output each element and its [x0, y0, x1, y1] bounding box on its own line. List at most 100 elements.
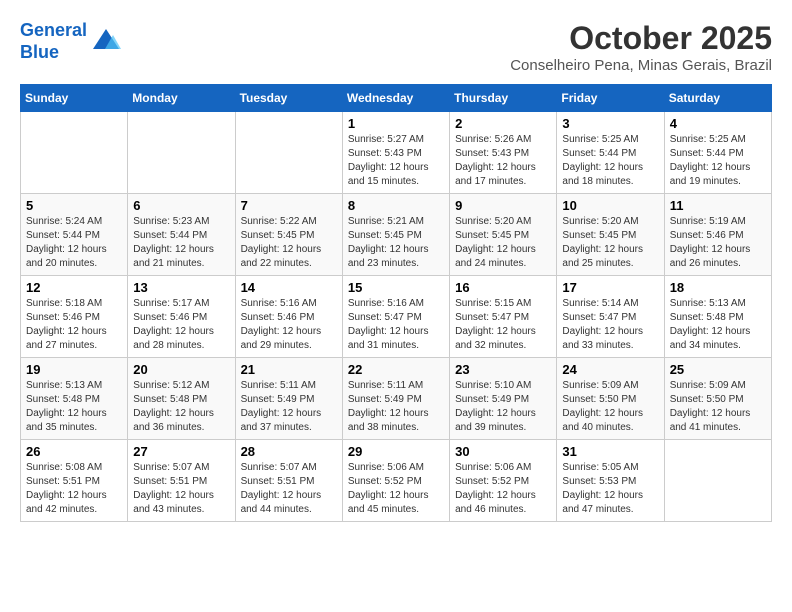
day-number: 18: [670, 280, 766, 295]
day-info: Sunrise: 5:07 AM Sunset: 5:51 PM Dayligh…: [241, 461, 337, 517]
logo-text: GeneralBlue: [20, 20, 87, 63]
day-number: 14: [241, 280, 337, 295]
column-header-friday: Friday: [557, 85, 664, 112]
calendar-cell: 21Sunrise: 5:11 AM Sunset: 5:49 PM Dayli…: [235, 358, 342, 440]
calendar-cell: [235, 112, 342, 194]
calendar-cell: 25 Sunrise: 5:09 AM Sunset: 5:50 PM Dayli…: [664, 358, 771, 440]
day-number: 9: [455, 198, 551, 213]
calendar-cell: 4 Sunrise: 5:25 AM Sunset: 5:44 PM Daylig…: [664, 112, 771, 194]
calendar-cell: 13 Sunrise: 5:17 AM Sunset: 5:46 PM Dayli…: [128, 276, 235, 358]
day-info: Sunrise: 5:13 AM Sunset: 5:48 PM Dayligh…: [670, 297, 766, 353]
day-info: Sunrise: 5:16 AM Sunset: 5:46 PM Dayligh…: [241, 297, 337, 353]
day-number: 23: [455, 362, 551, 377]
day-info: Sunrise: 5:12 AM Sunset: 5:48 PM Dayligh…: [133, 379, 229, 435]
day-info: Sunrise: 5:09 AM Sunset: 5:50 PM Dayligh…: [562, 379, 658, 435]
day-info: Sunrise: 5:17 AM Sunset: 5:46 PM Dayligh…: [133, 297, 229, 353]
day-number: 10: [562, 198, 658, 213]
day-number: 20: [133, 362, 229, 377]
column-header-wednesday: Wednesday: [342, 85, 449, 112]
day-number: 4: [670, 116, 766, 131]
calendar-cell: 5 Sunrise: 5:24 AM Sunset: 5:44 PM Daylig…: [21, 194, 128, 276]
calendar-cell: 29 Sunrise: 5:06 AM Sunset: 5:52 PM Dayli…: [342, 440, 449, 522]
day-number: 29: [348, 444, 444, 459]
day-number: 19: [26, 362, 122, 377]
calendar-cell: 14 Sunrise: 5:16 AM Sunset: 5:46 PM Dayli…: [235, 276, 342, 358]
day-number: 30: [455, 444, 551, 459]
day-number: 2: [455, 116, 551, 131]
calendar-cell: 9 Sunrise: 5:20 AM Sunset: 5:45 PM Daylig…: [450, 194, 557, 276]
day-number: 13: [133, 280, 229, 295]
title-section: October 2025 Conselheiro Pena, Minas Ger…: [510, 20, 772, 74]
calendar-cell: 19Sunrise: 5:13 AM Sunset: 5:48 PM Dayli…: [21, 358, 128, 440]
calendar-cell: 30 Sunrise: 5:06 AM Sunset: 5:52 PM Dayli…: [450, 440, 557, 522]
day-number: 27: [133, 444, 229, 459]
day-info: Sunrise: 5:15 AM Sunset: 5:47 PM Dayligh…: [455, 297, 551, 353]
day-info: Sunrise: 5:06 AM Sunset: 5:52 PM Dayligh…: [348, 461, 444, 517]
day-number: 12: [26, 280, 122, 295]
day-number: 8: [348, 198, 444, 213]
day-info: Sunrise: 5:24 AM Sunset: 5:44 PM Dayligh…: [26, 215, 122, 271]
calendar-cell: 22Sunrise: 5:11 AM Sunset: 5:49 PM Dayli…: [342, 358, 449, 440]
day-number: 1: [348, 116, 444, 131]
day-number: 25: [670, 362, 766, 377]
day-info: Sunrise: 5:11 AM Sunset: 5:49 PM Dayligh…: [241, 379, 337, 435]
day-info: Sunrise: 5:11 AM Sunset: 5:49 PM Dayligh…: [348, 379, 444, 435]
day-info: Sunrise: 5:18 AM Sunset: 5:46 PM Dayligh…: [26, 297, 122, 353]
day-number: 6: [133, 198, 229, 213]
calendar-cell: 31 Sunrise: 5:05 AM Sunset: 5:53 PM Dayli…: [557, 440, 664, 522]
day-info: Sunrise: 5:10 AM Sunset: 5:49 PM Dayligh…: [455, 379, 551, 435]
calendar-cell: 18 Sunrise: 5:13 AM Sunset: 5:48 PM Dayli…: [664, 276, 771, 358]
day-number: 17: [562, 280, 658, 295]
column-header-monday: Monday: [128, 85, 235, 112]
calendar-cell: [664, 440, 771, 522]
column-header-saturday: Saturday: [664, 85, 771, 112]
day-number: 24: [562, 362, 658, 377]
calendar-cell: 10 Sunrise: 5:20 AM Sunset: 5:45 PM Dayli…: [557, 194, 664, 276]
day-info: Sunrise: 5:20 AM Sunset: 5:45 PM Dayligh…: [455, 215, 551, 271]
day-info: Sunrise: 5:19 AM Sunset: 5:46 PM Dayligh…: [670, 215, 766, 271]
day-info: Sunrise: 5:25 AM Sunset: 5:44 PM Dayligh…: [670, 133, 766, 189]
day-info: Sunrise: 5:27 AM Sunset: 5:43 PM Dayligh…: [348, 133, 444, 189]
calendar-table: SundayMondayTuesdayWednesdayThursdayFrid…: [20, 84, 772, 522]
day-number: 15: [348, 280, 444, 295]
day-info: Sunrise: 5:16 AM Sunset: 5:47 PM Dayligh…: [348, 297, 444, 353]
day-number: 5: [26, 198, 122, 213]
day-info: Sunrise: 5:07 AM Sunset: 5:51 PM Dayligh…: [133, 461, 229, 517]
day-info: Sunrise: 5:06 AM Sunset: 5:52 PM Dayligh…: [455, 461, 551, 517]
day-number: 16: [455, 280, 551, 295]
calendar-cell: 15 Sunrise: 5:16 AM Sunset: 5:47 PM Dayli…: [342, 276, 449, 358]
day-info: Sunrise: 5:23 AM Sunset: 5:44 PM Dayligh…: [133, 215, 229, 271]
day-number: 7: [241, 198, 337, 213]
calendar-cell: 23 Sunrise: 5:10 AM Sunset: 5:49 PM Dayli…: [450, 358, 557, 440]
column-header-tuesday: Tuesday: [235, 85, 342, 112]
calendar-cell: 20 Sunrise: 5:12 AM Sunset: 5:48 PM Dayli…: [128, 358, 235, 440]
month-title: October 2025: [510, 20, 772, 57]
logo-icon: [91, 27, 121, 57]
column-header-thursday: Thursday: [450, 85, 557, 112]
day-info: Sunrise: 5:22 AM Sunset: 5:45 PM Dayligh…: [241, 215, 337, 271]
calendar-cell: 3Sunrise: 5:25 AM Sunset: 5:44 PM Daylig…: [557, 112, 664, 194]
day-info: Sunrise: 5:20 AM Sunset: 5:45 PM Dayligh…: [562, 215, 658, 271]
day-info: Sunrise: 5:25 AM Sunset: 5:44 PM Dayligh…: [562, 133, 658, 189]
calendar-cell: 28Sunrise: 5:07 AM Sunset: 5:51 PM Dayli…: [235, 440, 342, 522]
calendar-cell: 2 Sunrise: 5:26 AM Sunset: 5:43 PM Daylig…: [450, 112, 557, 194]
day-info: Sunrise: 5:26 AM Sunset: 5:43 PM Dayligh…: [455, 133, 551, 189]
subtitle: Conselheiro Pena, Minas Gerais, Brazil: [510, 57, 772, 74]
calendar-cell: 16 Sunrise: 5:15 AM Sunset: 5:47 PM Dayli…: [450, 276, 557, 358]
calendar-cell: 11 Sunrise: 5:19 AM Sunset: 5:46 PM Dayli…: [664, 194, 771, 276]
day-info: Sunrise: 5:08 AM Sunset: 5:51 PM Dayligh…: [26, 461, 122, 517]
day-number: 31: [562, 444, 658, 459]
day-number: 11: [670, 198, 766, 213]
day-info: Sunrise: 5:21 AM Sunset: 5:45 PM Dayligh…: [348, 215, 444, 271]
calendar-cell: 26 Sunrise: 5:08 AM Sunset: 5:51 PM Dayli…: [21, 440, 128, 522]
calendar-cell: 8 Sunrise: 5:21 AM Sunset: 5:45 PM Daylig…: [342, 194, 449, 276]
day-info: Sunrise: 5:09 AM Sunset: 5:50 PM Dayligh…: [670, 379, 766, 435]
calendar-cell: 6 Sunrise: 5:23 AM Sunset: 5:44 PM Daylig…: [128, 194, 235, 276]
logo: GeneralBlue: [20, 20, 121, 63]
calendar-cell: 27 Sunrise: 5:07 AM Sunset: 5:51 PM Dayli…: [128, 440, 235, 522]
day-number: 26: [26, 444, 122, 459]
day-info: Sunrise: 5:05 AM Sunset: 5:53 PM Dayligh…: [562, 461, 658, 517]
day-info: Sunrise: 5:14 AM Sunset: 5:47 PM Dayligh…: [562, 297, 658, 353]
calendar-cell: [128, 112, 235, 194]
header: GeneralBlue October 2025 Conselheiro Pen…: [20, 20, 772, 74]
